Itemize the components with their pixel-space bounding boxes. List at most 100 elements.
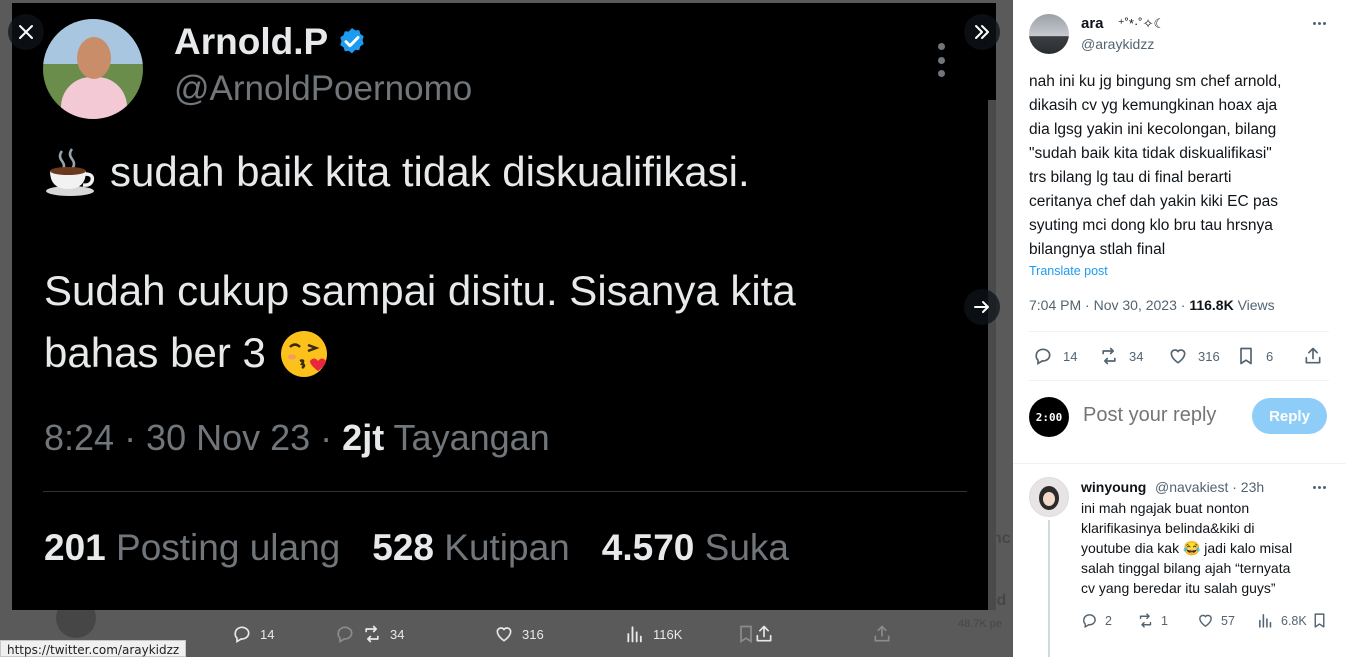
close-icon	[19, 25, 33, 39]
reply-icon	[1083, 614, 1096, 629]
reply-author-name[interactable]: winyoung	[1081, 479, 1146, 495]
post-text-line: bilangnya stlah final	[1029, 241, 1166, 258]
reply-text-line: salah tinggal bilang ajah “ternyata	[1081, 560, 1291, 576]
share-button[interactable]	[1303, 346, 1323, 366]
likes-label: Suka	[704, 527, 789, 568]
author-name-text: ara	[1081, 15, 1104, 32]
bookmark-icon	[1240, 347, 1252, 365]
screenshot-meta: 8:24 · 30 Nov 23 · 2jt Tayangan	[44, 417, 550, 459]
repost-icon	[1139, 613, 1152, 628]
post-views-count: 116.8K	[1189, 297, 1234, 313]
reply-icon	[234, 626, 250, 643]
reply-button[interactable]: 14	[1033, 346, 1077, 366]
more-options-icon[interactable]	[1313, 22, 1326, 25]
post-time: 7:04 PM · Nov 30, 2023 ·	[1029, 297, 1190, 313]
background-bookmark-icon	[736, 624, 756, 644]
screenshot-line-3: bahas ber 3	[44, 327, 330, 379]
views-bar-chart-icon	[1259, 614, 1272, 628]
repost-icon	[1102, 347, 1116, 365]
author-name[interactable]: ara ⁺˚*·˚✧☾	[1081, 15, 1165, 32]
author-avatar[interactable]	[1029, 14, 1069, 54]
reply-like-button[interactable]: 57	[1197, 612, 1235, 629]
current-user-avatar[interactable]: 2:00	[1029, 397, 1069, 437]
author-name-decoration: ⁺˚*·˚✧☾	[1117, 16, 1166, 31]
viewer-scrollbar[interactable]	[988, 100, 996, 610]
thread-line	[1048, 520, 1050, 657]
heart-icon	[1199, 614, 1212, 628]
views-bar-chart-icon	[627, 626, 642, 643]
next-image-button[interactable]	[964, 289, 1000, 325]
quotes-label: Kutipan	[444, 527, 570, 568]
verified-badge-icon	[340, 28, 364, 54]
screenshot-time: 8:24 · 30 Nov 23 ·	[44, 417, 343, 458]
double-chevron-right-icon	[975, 25, 989, 39]
divider	[1029, 331, 1329, 332]
heart-icon	[496, 627, 512, 642]
reposts-count: 201	[44, 527, 106, 568]
viewer-repost-button[interactable]: 34	[362, 624, 404, 644]
screenshot-views-count: 2jt	[342, 417, 385, 458]
like-count: 316	[1198, 348, 1220, 364]
bookmark-icon	[1314, 613, 1325, 628]
close-button[interactable]	[8, 14, 44, 50]
reply-input[interactable]	[1083, 404, 1243, 427]
viewer-like-button[interactable]: 316	[494, 624, 544, 644]
arrow-right-icon	[974, 301, 989, 313]
bookmark-button[interactable]: 6	[1236, 346, 1273, 366]
viewer-views-count: 116K	[653, 626, 683, 642]
reply-text-line: ini mah ngajak buat nonton	[1081, 500, 1250, 516]
status-bar-url: https://twitter.com/araykidzz	[0, 640, 187, 657]
translate-post-link[interactable]: Translate post	[1029, 264, 1108, 278]
reply-bookmark-button[interactable]	[1311, 612, 1328, 629]
viewer-reply-count: 14	[260, 626, 275, 642]
post-text-line: syuting mci dong klo bru tau hrsnya	[1029, 217, 1273, 234]
post-text-line: dia lgsg yakin ini kecolongan, bilang	[1029, 121, 1277, 138]
collapse-panel-button[interactable]	[964, 14, 1000, 50]
reply-count: 14	[1063, 348, 1078, 364]
screenshot-divider	[43, 491, 967, 492]
post-text: nah ini ku jg bingung sm chef arnold, di…	[1029, 70, 1329, 262]
bookmark-count: 6	[1266, 348, 1274, 364]
media-viewer: nc ld 48.7K pe Arnold.P @ArnoldPoernomo	[0, 0, 1013, 657]
reply-views-count: 6.8K	[1281, 613, 1307, 628]
reply-author-handle[interactable]: @navakiest · 23h	[1155, 479, 1264, 495]
reply-text-line: youtube dia kak 😂 jadi kalo misal	[1081, 540, 1293, 556]
repost-button[interactable]: 34	[1099, 346, 1143, 366]
reply-like-count: 57	[1221, 613, 1235, 628]
repost-count: 34	[1129, 348, 1144, 364]
share-icon	[756, 625, 772, 642]
viewer-share-button[interactable]	[754, 624, 774, 644]
like-button[interactable]: 316	[1168, 346, 1220, 366]
post-timestamp[interactable]: 7:04 PM · Nov 30, 2023 · 116.8K Views	[1029, 297, 1275, 313]
coffee-emoji-icon	[46, 148, 95, 196]
viewer-views-button[interactable]: 116K	[625, 624, 682, 644]
screenshot-text-line-1: sudah baik kita tidak diskualifikasi.	[110, 148, 750, 195]
arnold-avatar	[43, 19, 143, 119]
post-views-label: Views	[1233, 297, 1275, 313]
post-text-line: trs bilang lg tau di final berarti	[1029, 169, 1232, 186]
reply-icon	[1035, 348, 1051, 365]
viewer-like-count: 316	[522, 626, 544, 642]
share-icon	[1305, 347, 1321, 364]
kiss-emoji-icon	[280, 331, 327, 377]
screenshot-stats: 201 Posting ulang 528 Kutipan 4.570 Suka	[44, 527, 789, 569]
reply-author-avatar[interactable]	[1029, 477, 1069, 517]
divider	[1029, 380, 1329, 381]
post-text-line: dikasih cv yg kemungkinan hoax aja	[1029, 97, 1278, 114]
heart-icon	[1170, 349, 1186, 364]
background-share-icon	[872, 624, 892, 644]
reply-more-options-icon[interactable]	[1313, 486, 1326, 489]
screenshot-handle: @ArnoldPoernomo	[174, 69, 473, 108]
reply-reply-button[interactable]: 2	[1081, 612, 1112, 629]
reply-submit-button[interactable]: Reply	[1252, 398, 1327, 434]
divider	[1013, 463, 1346, 464]
reply-views-button[interactable]: 6.8K	[1257, 612, 1307, 629]
reply-text-line: cv yang beredar itu salah guys”	[1081, 580, 1276, 596]
reply-repost-button[interactable]: 1	[1137, 612, 1168, 629]
reposts-label: Posting ulang	[116, 527, 341, 568]
background-reply-icon	[335, 624, 355, 644]
likes-count: 4.570	[601, 527, 695, 568]
viewer-reply-button[interactable]: 14	[232, 624, 274, 644]
screenshot-author: Arnold.P	[174, 21, 368, 63]
author-handle[interactable]: @araykidzz	[1081, 36, 1154, 52]
